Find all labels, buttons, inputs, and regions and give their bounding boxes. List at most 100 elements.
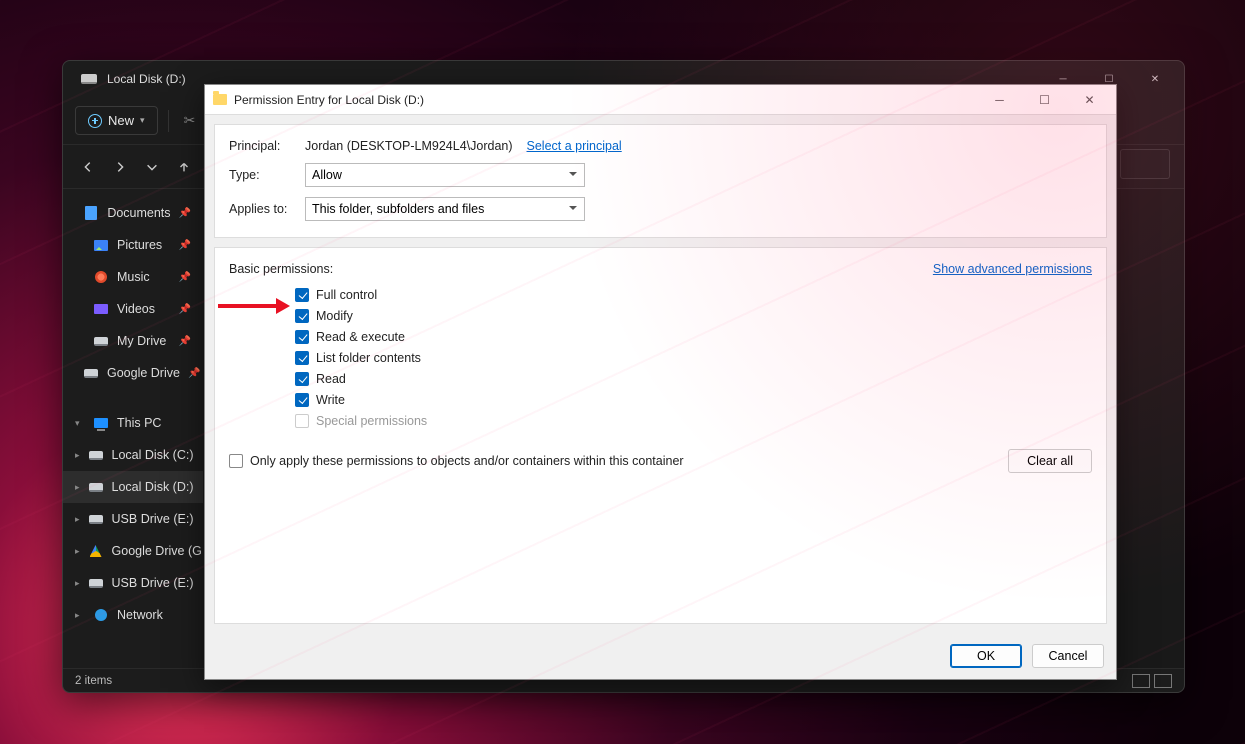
nav-up-button[interactable] [175, 158, 193, 176]
sidebar-item-drive[interactable]: ▸ Local Disk (C:) [63, 439, 203, 471]
permission-label: Read & execute [316, 330, 405, 344]
permission-checkbox[interactable] [295, 288, 309, 302]
dialog-footer: OK Cancel [205, 633, 1116, 679]
chevron-right-icon: ▸ [75, 450, 80, 461]
sidebar-item[interactable]: Music 📌 [63, 261, 203, 293]
permission-label: Modify [316, 309, 353, 323]
new-button[interactable]: New ▾ [75, 106, 158, 135]
dialog-titlebar[interactable]: Permission Entry for Local Disk (D:) ─ ☐… [205, 85, 1116, 115]
ic-drive-icon [84, 369, 98, 378]
type-label: Type: [229, 168, 305, 182]
sidebar-item[interactable]: My Drive📌 [63, 325, 203, 357]
permission-entry-dialog: Permission Entry for Local Disk (D:) ─ ☐… [204, 84, 1117, 680]
type-select[interactable]: Allow [305, 163, 585, 187]
chevron-down-icon: ▾ [75, 418, 85, 429]
sidebar-label: Network [117, 608, 163, 622]
principal-label: Principal: [229, 139, 305, 153]
chevron-right-icon: ▸ [75, 610, 85, 621]
sidebar-item[interactable]: Pictures 📌 [63, 229, 203, 261]
chevron-right-icon: ▸ [75, 578, 80, 589]
permissions-list: Full control Modify Read & execute List fol… [229, 284, 1092, 431]
permission-label: List folder contents [316, 351, 421, 365]
drive-icon [95, 609, 107, 621]
pin-icon: 📌 [179, 304, 191, 315]
show-advanced-link[interactable]: Show advanced permissions [933, 262, 1092, 276]
clear-all-button[interactable]: Clear all [1008, 449, 1092, 473]
ic-pic-icon [94, 240, 108, 251]
sidebar-item-drive[interactable]: ▸ Network [63, 599, 203, 631]
permission-checkbox[interactable] [295, 330, 309, 344]
sidebar-item-this-pc[interactable]: ▾ This PC [63, 407, 203, 439]
explorer-close-button[interactable]: ✕ [1132, 63, 1178, 95]
sidebar-label: Local Disk (C:) [112, 448, 194, 462]
pin-icon: 📌 [179, 208, 191, 219]
chevron-right-icon: ▸ [75, 546, 80, 557]
drive-icon [89, 515, 103, 524]
sidebar-item[interactable]: Documents📌 [63, 197, 203, 229]
sidebar-label: Pictures [117, 238, 162, 252]
principal-value: Jordan (DESKTOP-LM924L4\Jordan) [305, 139, 513, 153]
permissions-panel: Basic permissions: Show advanced permiss… [214, 247, 1107, 624]
item-count: 2 items [75, 675, 112, 687]
nav-recent-button[interactable] [143, 158, 161, 176]
chevron-right-icon: ▸ [75, 514, 80, 525]
select-principal-link[interactable]: Select a principal [527, 139, 622, 153]
search-box[interactable] [1120, 149, 1170, 179]
dialog-title: Permission Entry for Local Disk (D:) [234, 93, 424, 107]
sidebar-item[interactable]: Videos 📌 [63, 293, 203, 325]
drive-icon [90, 545, 102, 557]
chevron-right-icon: ▸ [75, 482, 80, 493]
sidebar-label: This PC [117, 416, 161, 430]
permission-checkbox[interactable] [295, 351, 309, 365]
ic-doc-icon [85, 206, 97, 220]
sidebar-item-drive[interactable]: ▸Google Drive (G:) [63, 535, 203, 567]
basic-permissions-label: Basic permissions: [229, 262, 333, 276]
dialog-maximize-button[interactable]: ☐ [1022, 86, 1067, 114]
only-apply-checkbox[interactable] [229, 454, 243, 468]
pin-icon: 📌 [188, 368, 200, 379]
only-apply-label: Only apply these permissions to objects … [250, 454, 684, 468]
pc-icon [94, 418, 108, 428]
pin-icon: 📌 [179, 272, 191, 283]
permission-item: Read [295, 368, 1092, 389]
permission-item: Read & execute [295, 326, 1092, 347]
sidebar-label: Google Drive (G:) [112, 544, 210, 558]
dialog-close-button[interactable]: ✕ [1067, 86, 1112, 114]
chevron-down-icon: ▾ [140, 115, 145, 126]
tiles-view-button[interactable] [1154, 674, 1172, 688]
pin-icon: 📌 [179, 240, 191, 251]
sidebar-label: Videos [117, 302, 155, 316]
dialog-minimize-button[interactable]: ─ [977, 86, 1022, 114]
permission-item: Modify [295, 305, 1092, 326]
sidebar-label: USB Drive (E:) [112, 512, 194, 526]
principal-panel: Principal: Jordan (DESKTOP-LM924L4\Jorda… [214, 124, 1107, 238]
folder-icon [213, 94, 227, 105]
permission-checkbox[interactable] [295, 393, 309, 407]
permission-label: Read [316, 372, 346, 386]
nav-forward-button[interactable] [111, 158, 129, 176]
permission-checkbox[interactable] [295, 372, 309, 386]
details-view-button[interactable] [1132, 674, 1150, 688]
sidebar-label: Google Drive [107, 366, 180, 380]
cut-icon[interactable]: ✂ [179, 110, 201, 132]
nav-back-button[interactable] [79, 158, 97, 176]
separator [168, 110, 169, 132]
sidebar-item-drive[interactable]: ▸ USB Drive (E:) [63, 567, 203, 599]
sidebar-item-drive[interactable]: ▸ USB Drive (E:) [63, 503, 203, 535]
drive-icon [81, 74, 97, 84]
ok-button[interactable]: OK [950, 644, 1022, 668]
permission-label: Full control [316, 288, 377, 302]
drive-icon [89, 451, 103, 460]
permission-item: Special permissions [295, 410, 1092, 431]
ic-drive-icon [94, 337, 108, 346]
permission-checkbox[interactable] [295, 309, 309, 323]
sidebar-item-drive[interactable]: ▸Local Disk (D:) [63, 471, 203, 503]
pin-icon: 📌 [179, 336, 191, 347]
permission-item: List folder contents [295, 347, 1092, 368]
sidebar-item[interactable]: Google Drive 📌 [63, 357, 203, 389]
sidebar-label: Music [117, 270, 150, 284]
sidebar-label: USB Drive (E:) [112, 576, 194, 590]
cancel-button[interactable]: Cancel [1032, 644, 1104, 668]
drive-icon [89, 579, 103, 588]
applies-to-select[interactable]: This folder, subfolders and files [305, 197, 585, 221]
